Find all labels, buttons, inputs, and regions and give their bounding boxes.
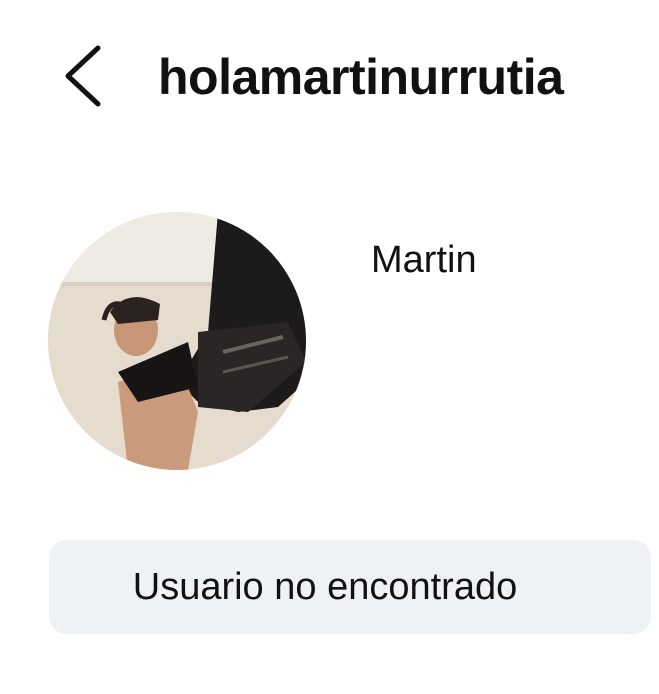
status-message: Usuario no encontrado — [132, 566, 518, 608]
profile-photo — [48, 212, 306, 470]
display-name: Martin — [371, 239, 477, 281]
back-button[interactable] — [56, 36, 116, 116]
chevron-left-icon — [65, 45, 101, 107]
status-banner: Usuario no encontrado — [49, 540, 651, 634]
avatar[interactable] — [48, 212, 306, 470]
profile-username: holamartinurrutia — [158, 49, 564, 105]
